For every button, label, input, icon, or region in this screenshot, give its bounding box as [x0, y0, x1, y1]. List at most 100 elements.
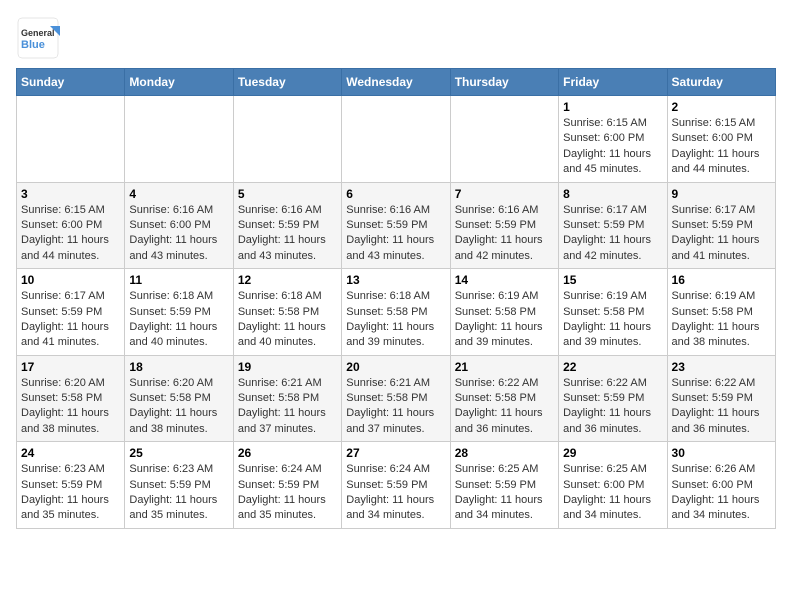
day-number: 10 [21, 273, 120, 287]
calendar-cell: 16Sunrise: 6:19 AM Sunset: 5:58 PM Dayli… [667, 269, 775, 356]
calendar-cell: 22 Sunrise: 6:22 AM Sunset: 5:59 PM Dayli… [559, 355, 667, 442]
week-row-2: 3 Sunrise: 6:15 AM Sunset: 6:00 PM Daylig… [17, 182, 776, 269]
day-info: Sunrise: 6:19 AM Sunset: 5:58 PM Dayligh… [563, 289, 662, 351]
calendar-cell [125, 96, 233, 183]
day-number: 13 [346, 273, 445, 287]
day-number: 6 [346, 187, 445, 201]
day-info: Sunrise: 6:17 AM Sunset: 5:59 PM Dayligh… [672, 203, 771, 265]
day-info: Sunrise: 6:16 AM Sunset: 5:59 PM Dayligh… [346, 203, 445, 265]
calendar-cell: 10 Sunrise: 6:17 AM Sunset: 5:59 PM Dayli… [17, 269, 125, 356]
day-header-saturday: Saturday [667, 69, 775, 96]
day-info: Sunrise: 6:18 AM Sunset: 5:59 PM Dayligh… [129, 289, 228, 351]
day-info: Sunrise: 6:22 AM Sunset: 5:59 PM Dayligh… [672, 376, 771, 438]
day-header-tuesday: Tuesday [233, 69, 341, 96]
calendar-cell: 6 Sunrise: 6:16 AM Sunset: 5:59 PM Daylig… [342, 182, 450, 269]
calendar-cell: 25 Sunrise: 6:23 AM Sunset: 5:59 PM Dayli… [125, 442, 233, 529]
day-number: 27 [346, 446, 445, 460]
day-info: Sunrise: 6:25 AM Sunset: 5:59 PM Dayligh… [455, 462, 554, 524]
day-info: Sunrise: 6:21 AM Sunset: 5:58 PM Dayligh… [346, 376, 445, 438]
calendar-cell: 14 Sunrise: 6:19 AM Sunset: 5:58 PM Dayli… [450, 269, 558, 356]
day-info: Sunrise: 6:20 AM Sunset: 5:58 PM Dayligh… [21, 376, 120, 438]
day-number: 18 [129, 360, 228, 374]
day-info: Sunrise: 6:18 AM Sunset: 5:58 PM Dayligh… [238, 289, 337, 351]
day-number: 11 [129, 273, 228, 287]
day-number: 8 [563, 187, 662, 201]
calendar-cell: 26Sunrise: 6:24 AM Sunset: 5:59 PM Dayli… [233, 442, 341, 529]
svg-text:General: General [21, 28, 55, 38]
day-number: 2 [672, 100, 771, 114]
day-info: Sunrise: 6:19 AM Sunset: 5:58 PM Dayligh… [455, 289, 554, 351]
day-number: 21 [455, 360, 554, 374]
day-number: 29 [563, 446, 662, 460]
day-info: Sunrise: 6:17 AM Sunset: 5:59 PM Dayligh… [21, 289, 120, 351]
day-info: Sunrise: 6:22 AM Sunset: 5:59 PM Dayligh… [563, 376, 662, 438]
day-info: Sunrise: 6:15 AM Sunset: 6:00 PM Dayligh… [21, 203, 120, 265]
day-number: 15 [563, 273, 662, 287]
calendar-cell: 17Sunrise: 6:20 AM Sunset: 5:58 PM Dayli… [17, 355, 125, 442]
day-number: 4 [129, 187, 228, 201]
day-number: 24 [21, 446, 120, 460]
day-info: Sunrise: 6:23 AM Sunset: 5:59 PM Dayligh… [21, 462, 120, 524]
day-info: Sunrise: 6:16 AM Sunset: 5:59 PM Dayligh… [238, 203, 337, 265]
calendar-cell: 3 Sunrise: 6:15 AM Sunset: 6:00 PM Daylig… [17, 182, 125, 269]
day-number: 19 [238, 360, 337, 374]
day-number: 25 [129, 446, 228, 460]
day-number: 9 [672, 187, 771, 201]
calendar-cell: 21 Sunrise: 6:22 AM Sunset: 5:58 PM Dayli… [450, 355, 558, 442]
week-row-3: 10 Sunrise: 6:17 AM Sunset: 5:59 PM Dayli… [17, 269, 776, 356]
day-number: 30 [672, 446, 771, 460]
day-number: 3 [21, 187, 120, 201]
calendar-cell: 2 Sunrise: 6:15 AM Sunset: 6:00 PM Daylig… [667, 96, 775, 183]
day-number: 14 [455, 273, 554, 287]
day-info: Sunrise: 6:21 AM Sunset: 5:58 PM Dayligh… [238, 376, 337, 438]
day-header-monday: Monday [125, 69, 233, 96]
calendar-cell: 29 Sunrise: 6:25 AM Sunset: 6:00 PM Dayli… [559, 442, 667, 529]
calendar-cell: 27 Sunrise: 6:24 AM Sunset: 5:59 PM Dayli… [342, 442, 450, 529]
logo: General Blue [16, 16, 60, 60]
day-number: 28 [455, 446, 554, 460]
calendar-cell: 18Sunrise: 6:20 AM Sunset: 5:58 PM Dayli… [125, 355, 233, 442]
day-header-friday: Friday [559, 69, 667, 96]
day-header-thursday: Thursday [450, 69, 558, 96]
calendar-cell: 15 Sunrise: 6:19 AM Sunset: 5:58 PM Dayli… [559, 269, 667, 356]
page-header: General Blue [16, 16, 776, 60]
calendar-cell: 1 Sunrise: 6:15 AM Sunset: 6:00 PM Daylig… [559, 96, 667, 183]
day-number: 22 [563, 360, 662, 374]
day-info: Sunrise: 6:22 AM Sunset: 5:58 PM Dayligh… [455, 376, 554, 438]
day-info: Sunrise: 6:15 AM Sunset: 6:00 PM Dayligh… [563, 116, 662, 178]
week-row-4: 17Sunrise: 6:20 AM Sunset: 5:58 PM Dayli… [17, 355, 776, 442]
day-number: 5 [238, 187, 337, 201]
day-info: Sunrise: 6:26 AM Sunset: 6:00 PM Dayligh… [672, 462, 771, 524]
day-info: Sunrise: 6:15 AM Sunset: 6:00 PM Dayligh… [672, 116, 771, 178]
calendar-cell: 7 Sunrise: 6:16 AM Sunset: 5:59 PM Daylig… [450, 182, 558, 269]
day-number: 16 [672, 273, 771, 287]
calendar-cell: 28 Sunrise: 6:25 AM Sunset: 5:59 PM Dayli… [450, 442, 558, 529]
calendar-table: SundayMondayTuesdayWednesdayThursdayFrid… [16, 68, 776, 529]
day-number: 1 [563, 100, 662, 114]
calendar-cell [17, 96, 125, 183]
svg-text:Blue: Blue [21, 39, 45, 51]
day-info: Sunrise: 6:24 AM Sunset: 5:59 PM Dayligh… [346, 462, 445, 524]
day-info: Sunrise: 6:17 AM Sunset: 5:59 PM Dayligh… [563, 203, 662, 265]
calendar-cell: 13 Sunrise: 6:18 AM Sunset: 5:58 PM Dayli… [342, 269, 450, 356]
day-number: 20 [346, 360, 445, 374]
day-info: Sunrise: 6:25 AM Sunset: 6:00 PM Dayligh… [563, 462, 662, 524]
day-number: 26 [238, 446, 337, 460]
calendar-cell: 9 Sunrise: 6:17 AM Sunset: 5:59 PM Daylig… [667, 182, 775, 269]
day-header-wednesday: Wednesday [342, 69, 450, 96]
calendar-cell: 20 Sunrise: 6:21 AM Sunset: 5:58 PM Dayli… [342, 355, 450, 442]
week-row-5: 24 Sunrise: 6:23 AM Sunset: 5:59 PM Dayli… [17, 442, 776, 529]
day-number: 12 [238, 273, 337, 287]
day-info: Sunrise: 6:16 AM Sunset: 5:59 PM Dayligh… [455, 203, 554, 265]
calendar-cell: 8 Sunrise: 6:17 AM Sunset: 5:59 PM Daylig… [559, 182, 667, 269]
calendar-cell: 11 Sunrise: 6:18 AM Sunset: 5:59 PM Dayli… [125, 269, 233, 356]
day-header-sunday: Sunday [17, 69, 125, 96]
day-info: Sunrise: 6:23 AM Sunset: 5:59 PM Dayligh… [129, 462, 228, 524]
calendar-cell [450, 96, 558, 183]
day-info: Sunrise: 6:16 AM Sunset: 6:00 PM Dayligh… [129, 203, 228, 265]
calendar-cell: 23Sunrise: 6:22 AM Sunset: 5:59 PM Dayli… [667, 355, 775, 442]
week-row-1: 1 Sunrise: 6:15 AM Sunset: 6:00 PM Daylig… [17, 96, 776, 183]
day-number: 7 [455, 187, 554, 201]
day-info: Sunrise: 6:18 AM Sunset: 5:58 PM Dayligh… [346, 289, 445, 351]
calendar-cell: 12 Sunrise: 6:18 AM Sunset: 5:58 PM Dayli… [233, 269, 341, 356]
